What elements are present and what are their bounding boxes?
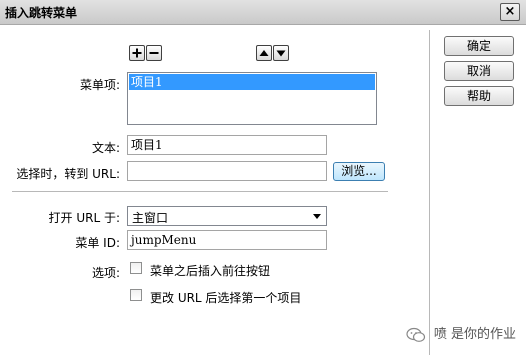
list-item[interactable]: 项目1 xyxy=(129,74,375,90)
close-icon: × xyxy=(504,4,516,19)
title-bar[interactable]: 插入跳转菜单 × xyxy=(0,0,526,25)
minus-icon xyxy=(149,52,159,54)
remove-item-button[interactable] xyxy=(146,45,162,61)
close-button[interactable]: × xyxy=(500,3,520,21)
menu-id-input[interactable]: jumpMenu xyxy=(127,230,327,250)
insert-go-button-label[interactable]: 菜单之后插入前往按钮 xyxy=(150,262,270,279)
add-item-button[interactable] xyxy=(129,45,145,61)
select-first-item-label[interactable]: 更改 URL 后选择第一个项目 xyxy=(150,289,301,306)
wechat-icon xyxy=(406,327,425,342)
help-button[interactable]: 帮助 xyxy=(444,86,514,106)
move-down-button[interactable] xyxy=(273,45,289,61)
cancel-button[interactable]: 取消 xyxy=(444,61,514,81)
url-label: 选择时，转到 URL: xyxy=(16,167,120,181)
section-divider xyxy=(12,191,388,192)
chevron-down-icon xyxy=(313,214,321,219)
open-url-in-select[interactable]: 主窗口 xyxy=(127,206,327,226)
watermark: 喷 是你的作业 xyxy=(406,323,516,343)
text-label: 文本: xyxy=(91,141,120,155)
plus-icon xyxy=(132,48,142,58)
insert-go-button-checkbox[interactable] xyxy=(130,262,142,274)
open-url-in-value: 主窗口 xyxy=(132,211,169,225)
text-input[interactable]: 项目1 xyxy=(127,135,327,155)
browse-button-label: 浏览... xyxy=(341,164,377,178)
vertical-divider xyxy=(429,30,430,355)
open-url-in-label: 打开 URL 于: xyxy=(48,211,120,225)
browse-button[interactable]: 浏览... xyxy=(333,162,385,181)
menu-items-list[interactable]: 项目1 xyxy=(127,72,377,125)
move-up-button[interactable] xyxy=(256,45,272,61)
arrow-up-icon xyxy=(259,50,269,56)
select-first-item-checkbox[interactable] xyxy=(130,289,142,301)
menu-id-label: 菜单 ID: xyxy=(75,236,120,250)
help-button-label: 帮助 xyxy=(466,89,491,103)
ok-button-label: 确定 xyxy=(466,39,491,53)
options-label: 选项: xyxy=(91,266,120,280)
ok-button[interactable]: 确定 xyxy=(444,36,514,56)
arrow-down-icon xyxy=(276,50,286,57)
window-title: 插入跳转菜单 xyxy=(5,6,78,20)
url-input[interactable] xyxy=(127,161,327,181)
watermark-text: 喷 是你的作业 xyxy=(433,327,516,342)
cancel-button-label: 取消 xyxy=(466,64,491,78)
menu-items-label: 菜单项: xyxy=(79,78,120,92)
